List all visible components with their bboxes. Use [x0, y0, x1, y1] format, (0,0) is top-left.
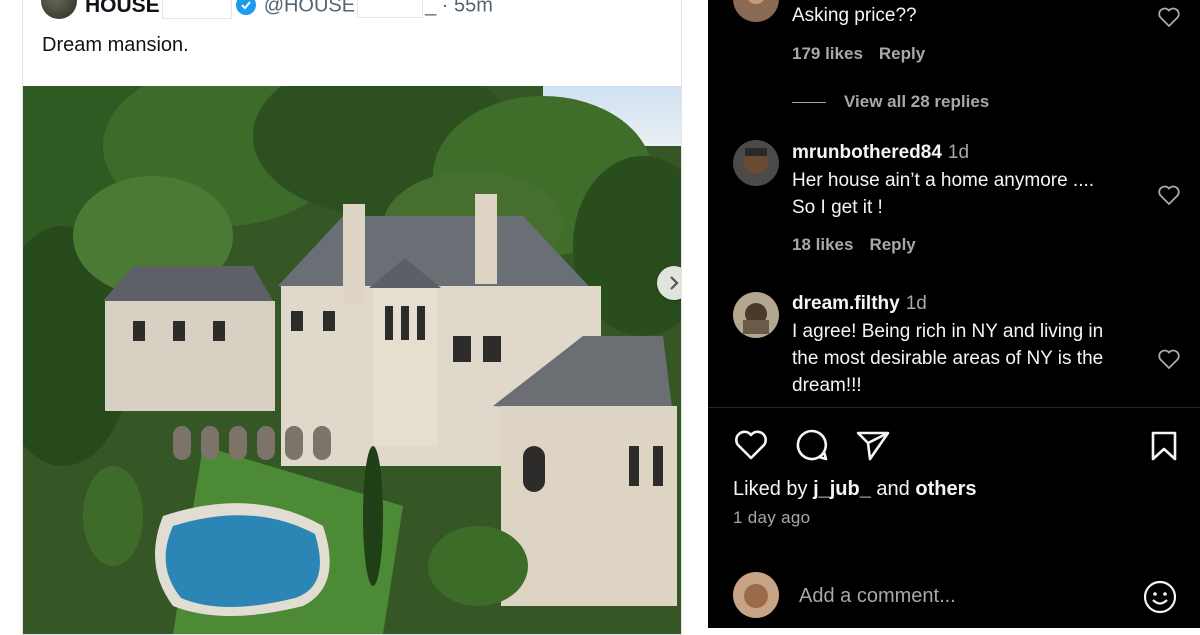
reply-button[interactable]: Reply	[879, 44, 925, 63]
liked-by-prefix: Liked by	[733, 478, 808, 500]
comment-avatar[interactable]	[733, 292, 779, 338]
comment-line: dream!!!	[792, 375, 862, 396]
comment-meta: 18 likes Reply	[792, 235, 932, 255]
comment-header: mrunbothered84 1d	[792, 142, 969, 164]
tweet-panel: HOUSE @HOUSE _ · 55m Dream mansion.	[0, 0, 708, 635]
comment-time: 1d	[947, 142, 970, 163]
comment-input[interactable]	[799, 582, 1119, 610]
replies-line	[792, 101, 826, 103]
reply-button[interactable]: Reply	[869, 235, 915, 254]
comment-meta: 179 likes Reply	[792, 44, 941, 64]
comment-text: Her house ain’t a home anymore .... So I…	[792, 167, 1152, 221]
comment-icon[interactable]	[795, 428, 829, 462]
likes-count[interactable]: 18 likes	[792, 235, 853, 254]
comment-username[interactable]: dream.filthy	[792, 293, 900, 314]
view-replies-button[interactable]: View all 28 replies	[792, 92, 989, 112]
heart-icon[interactable]	[1157, 348, 1181, 370]
redacted-block	[357, 0, 424, 18]
liked-by-middle: and	[876, 478, 910, 500]
chevron-right-icon	[670, 276, 679, 290]
action-bar	[733, 428, 917, 462]
instagram-panel: Asking price?? 179 likes Reply View all 2…	[708, 0, 1200, 628]
liked-by: Liked by j_jub_ and others	[733, 478, 976, 501]
comment-line: I agree! Being rich in NY and living in	[792, 321, 1104, 342]
mansion-image	[23, 86, 681, 634]
comment-avatar[interactable]	[733, 0, 779, 22]
add-comment-row	[733, 572, 1185, 622]
heart-icon[interactable]	[1157, 184, 1181, 206]
comment-line: Her house ain’t a home anymore ....	[792, 170, 1095, 191]
liked-by-user[interactable]: j_jub_	[813, 478, 871, 500]
comment-line: So I get it !	[792, 197, 883, 218]
comment-text: Asking price??	[792, 5, 917, 26]
emoji-icon[interactable]	[1143, 580, 1177, 614]
mansion-photo[interactable]	[23, 86, 681, 634]
heart-icon[interactable]	[1157, 6, 1181, 28]
redacted-block	[161, 0, 232, 19]
tweet-header: HOUSE @HOUSE _ · 55m	[41, 0, 493, 22]
display-name[interactable]: HOUSE	[85, 0, 160, 18]
handle[interactable]: @HOUSE _ · 55m	[264, 0, 493, 18]
tweet-card[interactable]: HOUSE @HOUSE _ · 55m Dream mansion.	[22, 0, 682, 635]
liked-by-others[interactable]: others	[915, 478, 976, 500]
comment-username[interactable]: mrunbothered84	[792, 142, 942, 163]
view-replies-label: View all 28 replies	[844, 92, 990, 111]
comment-header: dream.filthy 1d	[792, 293, 927, 315]
heart-icon[interactable]	[733, 429, 769, 461]
comment-avatar[interactable]	[733, 140, 779, 186]
send-icon[interactable]	[855, 429, 891, 461]
handle-prefix: @HOUSE	[263, 0, 356, 17]
avatar[interactable]	[733, 572, 779, 618]
comment-time: 1d	[905, 293, 927, 314]
avatar[interactable]	[41, 0, 77, 19]
handle-time: _ · 55m	[425, 0, 493, 17]
divider	[708, 407, 1200, 408]
tweet-text: Dream mansion.	[42, 34, 189, 56]
post-time: 1 day ago	[733, 508, 811, 527]
likes-count[interactable]: 179 likes	[792, 44, 863, 63]
verified-badge-icon	[235, 0, 256, 15]
comment-line: the most desirable areas of NY is the	[792, 348, 1104, 369]
comment-text: I agree! Being rich in NY and living in …	[792, 318, 1152, 399]
bookmark-icon[interactable]	[1150, 430, 1178, 462]
